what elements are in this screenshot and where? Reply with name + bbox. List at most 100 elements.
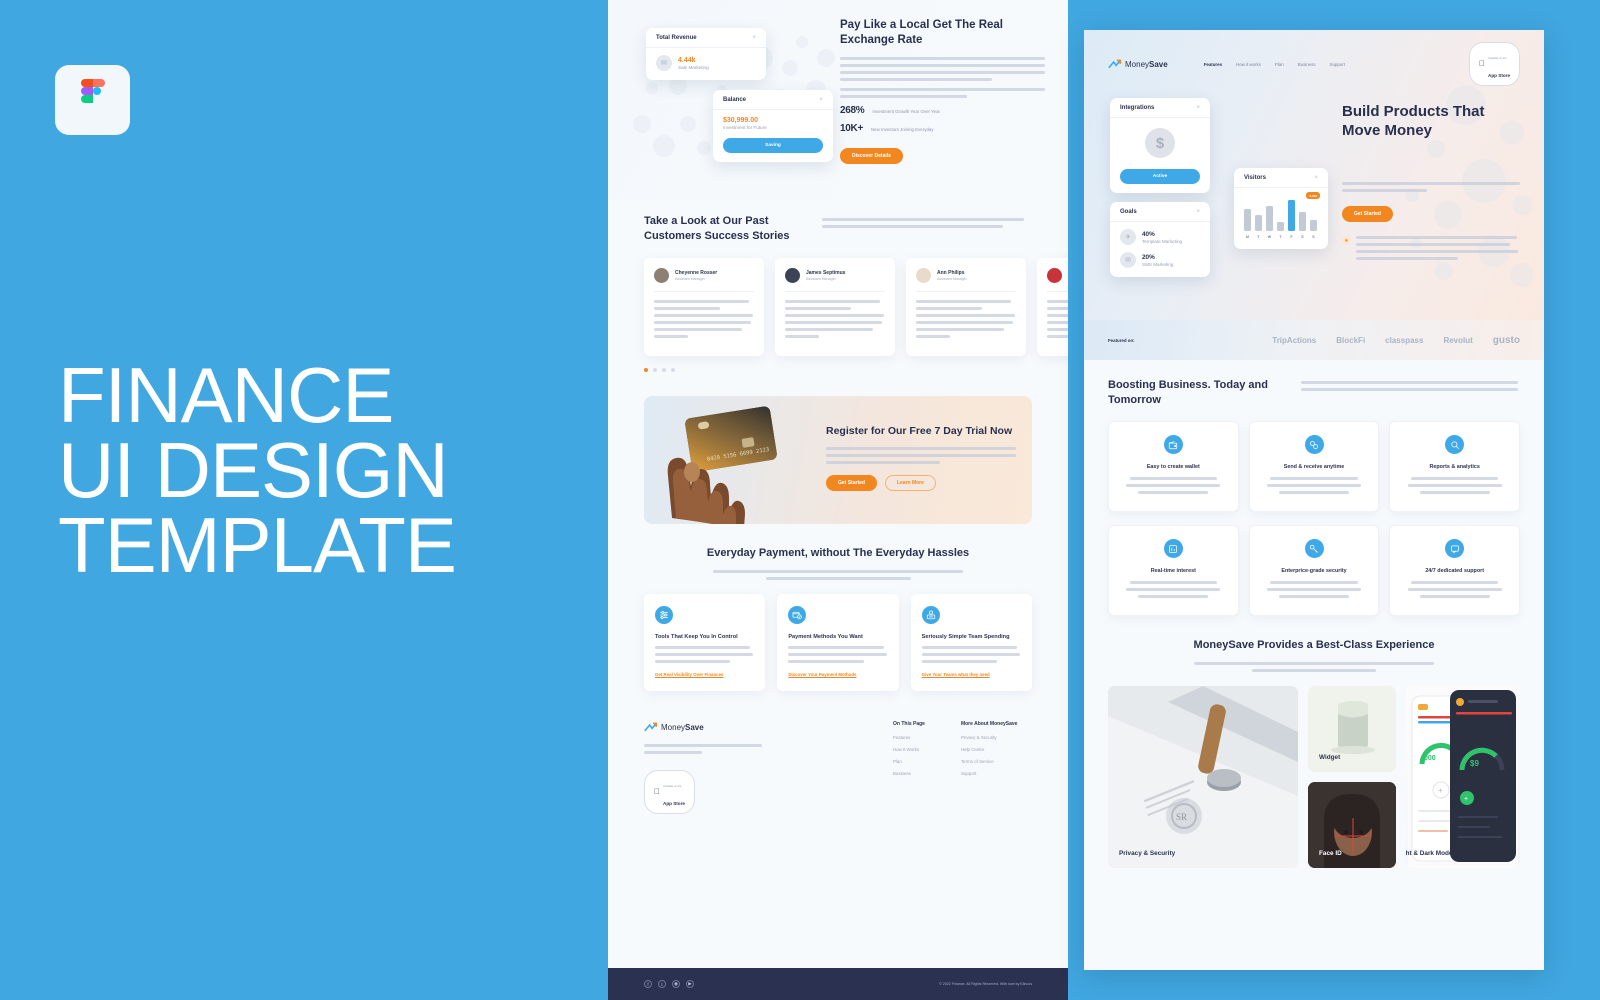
pager-dot[interactable] [653, 368, 657, 372]
appstore-button[interactable]:  Available on the App Store [644, 770, 695, 814]
logo-tripactions[interactable]: TripActions [1272, 336, 1316, 345]
discover-details-button[interactable]: Discover Details [840, 148, 903, 164]
a-hero-heading: Pay Like a Local Get The Real Exchange R… [840, 19, 1003, 46]
goal-label: SMS Marketing [1142, 261, 1174, 267]
b-brand[interactable]: MoneySave [1108, 58, 1168, 71]
feature-card[interactable]: Seriously Simple Team Spending Give Your… [910, 594, 1032, 691]
appstore-large-label: App Store [657, 801, 685, 806]
boosting-card[interactable]: Send & receive anytime [1248, 421, 1380, 512]
goals-title: Goals [1120, 209, 1137, 215]
nav-item-support[interactable]: Support [1330, 62, 1345, 67]
stat-value: 10K+ [840, 123, 863, 134]
poster-left-panel: FINANCE UI DESIGN TEMPLATE [0, 0, 608, 1000]
boosting-card[interactable]: Easy to create wallet [1108, 421, 1239, 512]
x-tick: S [1312, 235, 1315, 239]
boosting-card[interactable]: Enterprice-grade security [1248, 525, 1380, 616]
boosting-card[interactable]: 24/7 dedicated support [1389, 525, 1521, 616]
avatar [916, 268, 931, 283]
x-tick: T [1279, 235, 1282, 239]
testimonial-body [785, 292, 885, 338]
nav-item-plan[interactable]: Plan [1275, 62, 1284, 67]
balance-title: Balance [723, 97, 747, 103]
chart-bar [1266, 206, 1273, 231]
testimonial-card[interactable]: James Septimus Assistant Manager [775, 258, 895, 356]
gallery-tile-privacy[interactable]: SR Privacy & Security [1108, 686, 1298, 868]
facebook-icon[interactable]: f [644, 980, 652, 988]
learn-more-button[interactable]: Learn More [884, 475, 936, 491]
footer-link[interactable]: Plan [893, 759, 961, 764]
stat-label: Investment Growth Year Over Year [872, 109, 940, 114]
testimonial-card[interactable]: Kaiya Septimus Assistant Manager [1037, 258, 1068, 356]
footer-link[interactable]: Help Centre [961, 747, 1032, 752]
nav-item-business[interactable]: Business [1298, 62, 1316, 67]
featured-logos: TripActions BlockFi classpass Revolut gu… [1272, 335, 1520, 346]
nav-item-features[interactable]: Features [1204, 62, 1222, 67]
logo-blockfi[interactable]: BlockFi [1336, 336, 1365, 345]
b-boosting-section: Boosting Business. Today and Tomorrow Ea… [1084, 360, 1544, 616]
feature-body [655, 646, 754, 663]
feature-link[interactable]: Discover Your Payment Methods [788, 672, 887, 677]
feature-link[interactable]: Get Real Visibility Over Finances [655, 672, 754, 677]
appstore-small-label: Available on the [657, 785, 681, 788]
feature-link[interactable]: Give Your Teams what they need [922, 672, 1021, 677]
footer-link[interactable]: Business [893, 771, 961, 776]
pager-dot[interactable] [662, 368, 666, 372]
key-icon [1304, 539, 1324, 558]
saving-button[interactable]: Saving [723, 138, 823, 153]
boosting-body [1120, 477, 1227, 494]
active-button[interactable]: Active [1120, 169, 1200, 184]
close-icon[interactable]: × [1196, 105, 1200, 111]
gallery-tile-light-dark[interactable]: 000 + $9 + ht & Dark Mode [1406, 686, 1520, 868]
pager-dot[interactable] [644, 368, 648, 372]
get-started-button[interactable]: Get Started [826, 475, 877, 491]
footer-link[interactable]: Support [961, 771, 1032, 776]
feature-card[interactable]: Payment Methods You Want Discover Your P… [777, 594, 899, 691]
footer-link[interactable]: Privacy & Security [961, 735, 1032, 740]
boosting-card[interactable]: Real-time interest [1108, 525, 1239, 616]
close-icon[interactable]: × [1314, 175, 1318, 181]
logo-classpass[interactable]: classpass [1385, 336, 1423, 345]
apple-icon:  [1479, 60, 1485, 68]
testimonial-card[interactable]: Ann Philips Assistant Manager [906, 258, 1026, 356]
a-hero-paragraph-2 [840, 88, 1045, 98]
footer-brand[interactable]: MoneySave [644, 721, 783, 734]
testimonial-card[interactable]: Cheyenne Rosser Assistant Manager [644, 258, 764, 356]
boosting-title: 24/7 dedicated support [1425, 568, 1485, 574]
youtube-icon[interactable]: ▶ [686, 980, 694, 988]
nav-item-how-it-works[interactable]: How it works [1236, 62, 1261, 67]
logo-gusto[interactable]: gusto [1493, 335, 1520, 346]
svg-text:SR: SR [1176, 812, 1187, 822]
twitter-icon[interactable]: t [658, 980, 666, 988]
logo-revolut[interactable]: Revolut [1443, 336, 1472, 345]
wax-seal-stamp-photo: SR [1108, 686, 1298, 868]
close-icon[interactable]: × [1196, 209, 1200, 215]
pager-dot[interactable] [671, 368, 675, 372]
gallery-tile-faceid[interactable]: Face ID [1308, 782, 1396, 868]
balance-card[interactable]: Balance × $30,999.00 Investment for Futu… [713, 90, 833, 162]
boosting-card[interactable]: Reports & analytics [1389, 421, 1521, 512]
footer-link[interactable]: How It Works [893, 747, 961, 752]
boosting-body [1120, 581, 1227, 598]
close-icon[interactable]: × [819, 97, 823, 103]
footer-link[interactable]: Features [893, 735, 961, 740]
poster-title-line-1: FINANCE [58, 351, 394, 439]
avatar [1047, 268, 1062, 283]
get-started-button[interactable]: Get Started [1342, 206, 1393, 222]
testimonial-carousel[interactable]: Cheyenne Rosser Assistant Manager James … [644, 258, 1068, 356]
chart-tooltip: 8,000 [1306, 192, 1320, 199]
carousel-pager[interactable] [644, 368, 1032, 372]
wallet-icon [1163, 435, 1183, 454]
total-revenue-card-header: Total Revenue × [646, 28, 766, 48]
boosting-body [1261, 477, 1368, 494]
feature-card[interactable]: Tools That Keep You In Control Get Real … [644, 594, 766, 691]
visitors-title: Visitors [1244, 175, 1266, 181]
integrations-card[interactable]: Integrations × $ Active [1110, 98, 1210, 193]
goals-card[interactable]: Goals × ✈ 40% Template Marketing ✉ 20% S… [1110, 202, 1210, 277]
visitors-chart-card[interactable]: Visitors × 8,000 M T W T F S S [1234, 168, 1328, 249]
instagram-icon[interactable]: ◉ [672, 980, 680, 988]
close-icon[interactable]: × [752, 35, 756, 41]
gallery-tile-widget[interactable]: Widget [1308, 686, 1396, 772]
poster-title: FINANCE UI DESIGN TEMPLATE [58, 351, 578, 584]
footer-link[interactable]: Terms of Service [961, 759, 1032, 764]
total-revenue-card[interactable]: Total Revenue × ✉ 4.44k Sale Marketing [646, 28, 766, 80]
